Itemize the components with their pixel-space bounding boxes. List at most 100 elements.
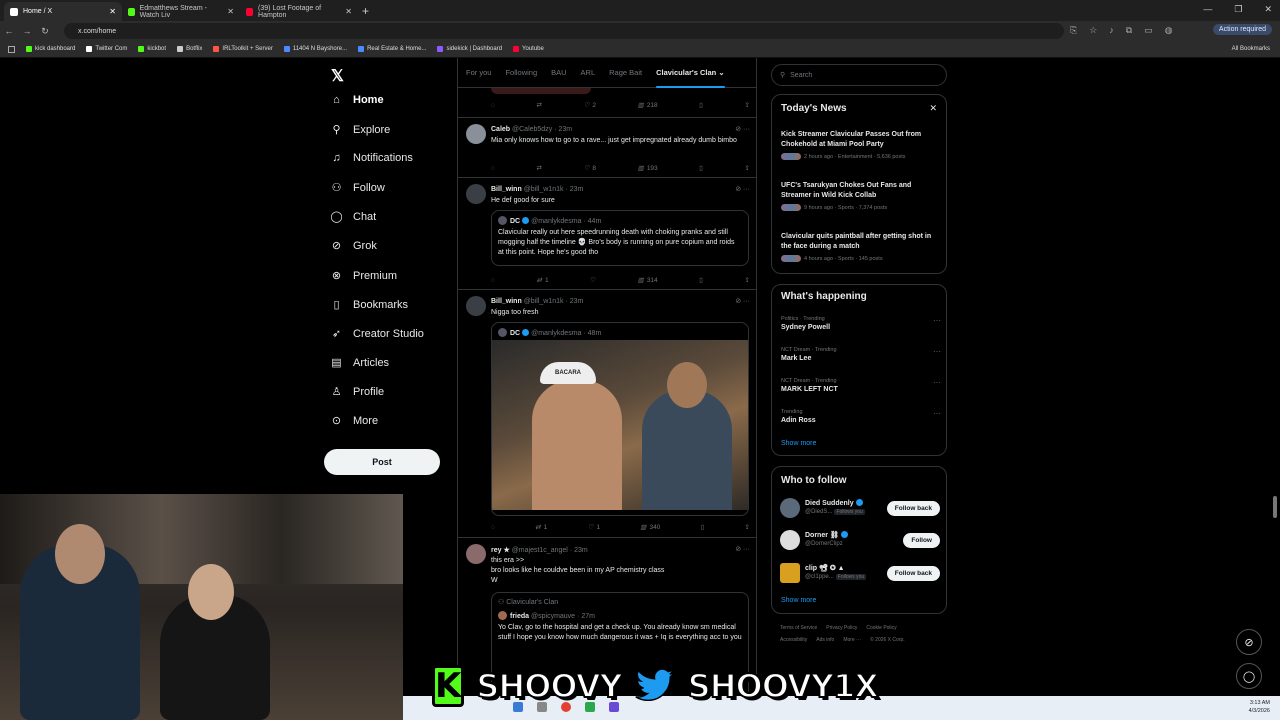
- avatar[interactable]: [466, 184, 486, 204]
- nav-item-bookmarks[interactable]: ▯ Bookmarks: [330, 298, 408, 312]
- follow-back-button[interactable]: Follow back: [886, 501, 940, 516]
- show-more-link[interactable]: Show more: [781, 597, 816, 604]
- bookmark-icon[interactable]: ▯: [699, 276, 703, 284]
- reply-icon[interactable]: ◌: [491, 276, 495, 284]
- like-button[interactable]: ♡ 8: [584, 164, 596, 173]
- follow-button[interactable]: Follow: [903, 533, 940, 548]
- quote-photo[interactable]: BACARA: [492, 340, 748, 510]
- trend-item[interactable]: Politics · Trending Sydney Powell ···: [781, 316, 941, 331]
- tweet[interactable]: Bill_winn @bill_w1n1k · 23m ⊘ ··· Nigga …: [458, 290, 756, 538]
- bookmark-icon[interactable]: ▯: [701, 523, 705, 531]
- close-window-icon[interactable]: ✕: [1264, 4, 1272, 15]
- extension-icon[interactable]: ♪: [1109, 25, 1114, 36]
- news-item[interactable]: Clavicular quits paintball after getting…: [781, 232, 941, 262]
- system-clock[interactable]: 3:13 AM 4/3/2026: [1249, 699, 1270, 715]
- heart-icon[interactable]: ♡: [590, 276, 596, 284]
- bookmark-item[interactable]: kick dashboard: [26, 46, 75, 52]
- more-icon[interactable]: ···: [933, 316, 941, 325]
- nav-item-explore[interactable]: ⚲ Explore: [330, 123, 390, 137]
- bookmark-item[interactable]: sidekick | Dashboard: [437, 46, 502, 52]
- url-field[interactable]: x.com/home: [64, 23, 1064, 39]
- close-tab-icon[interactable]: ✕: [227, 7, 234, 16]
- show-more-link[interactable]: Show more: [781, 440, 816, 447]
- tweet[interactable]: Bill_winn @bill_w1n1k · 23m ⊘ ··· He def…: [458, 178, 756, 290]
- nav-item-notifications[interactable]: ♫ Notifications: [330, 152, 413, 164]
- tab-following[interactable]: Following: [505, 58, 537, 88]
- scrollbar[interactable]: [1272, 60, 1278, 720]
- bookmark-item[interactable]: Twitter Com: [86, 46, 127, 52]
- puzzle-icon[interactable]: ⧉: [1126, 25, 1132, 36]
- apps-icon[interactable]: [8, 46, 15, 53]
- reply-icon[interactable]: ◌: [491, 164, 495, 172]
- x-logo-icon[interactable]: 𝕏: [331, 66, 344, 86]
- tab-kick-stream[interactable]: Edmatthews Stream - Watch Liv ✕: [122, 2, 240, 21]
- like-button[interactable]: ♡ 1: [588, 523, 600, 532]
- back-icon[interactable]: ←: [0, 26, 18, 36]
- news-item[interactable]: Kick Streamer Clavicular Passes Out from…: [781, 130, 941, 160]
- search-input[interactable]: ⚲ Search: [771, 64, 947, 86]
- post-button[interactable]: Post: [324, 449, 440, 475]
- bookmark-icon[interactable]: ▯: [699, 164, 703, 172]
- follow-back-button[interactable]: Follow back: [886, 566, 940, 581]
- nav-item-profile[interactable]: ♙ Profile: [330, 385, 385, 399]
- avatar[interactable]: [466, 124, 486, 144]
- reply-icon[interactable]: ◌: [491, 101, 495, 109]
- close-icon[interactable]: ✕: [929, 103, 937, 114]
- tab-home-x[interactable]: Home / X ✕: [4, 2, 122, 21]
- install-icon[interactable]: ⎘: [1070, 25, 1077, 36]
- bookmark-item[interactable]: Botflix: [177, 46, 202, 52]
- avatar[interactable]: [780, 530, 800, 550]
- share-icon[interactable]: ⇪: [745, 101, 750, 109]
- repost-icon[interactable]: ⇄: [537, 101, 542, 109]
- quoted-tweet[interactable]: DC @manlykdesma · 48m BACARA: [491, 322, 749, 516]
- share-icon[interactable]: ⇪: [745, 164, 750, 172]
- repost-button[interactable]: ⇄ 1: [537, 276, 549, 285]
- trend-item[interactable]: Trending Adin Ross ···: [781, 409, 941, 424]
- sidepanel-icon[interactable]: ▭: [1144, 25, 1153, 36]
- like-button[interactable]: ♡ 2: [584, 101, 596, 110]
- views-button[interactable]: ▥ 218: [638, 101, 658, 110]
- repost-button[interactable]: ⇄ 1: [535, 523, 547, 532]
- follow-suggestion[interactable]: clip 📽 ✪ ▲ @cl1ppe... Follows you Follow …: [780, 563, 940, 585]
- nav-item-chat[interactable]: ◯ Chat: [330, 210, 376, 224]
- tab-arl[interactable]: ARL: [581, 58, 596, 88]
- close-tab-icon[interactable]: ✕: [109, 7, 116, 16]
- trend-item[interactable]: NCT Dream · Trending Mark Lee ···: [781, 347, 941, 362]
- tab-bau[interactable]: BAU: [551, 58, 566, 88]
- close-tab-icon[interactable]: ✕: [345, 7, 352, 16]
- messages-fab-icon[interactable]: ◯: [1236, 663, 1262, 689]
- nav-item-grok[interactable]: ⊘ Grok: [330, 239, 377, 253]
- news-item[interactable]: UFC's Tsarukyan Chokes Out Fans and Stre…: [781, 181, 941, 211]
- tweet[interactable]: Caleb @Caleb5dzy · 23m ⊘ ··· Mia only kn…: [458, 118, 756, 178]
- tab-rage-bait[interactable]: Rage Bait: [609, 58, 642, 88]
- repost-icon[interactable]: ⇄: [537, 164, 542, 172]
- grok-fab-icon[interactable]: ⊘: [1236, 629, 1262, 655]
- views-button[interactable]: ▥ 340: [640, 523, 660, 532]
- footer-link[interactable]: Ads info: [816, 637, 834, 643]
- bookmark-item[interactable]: Youtube: [513, 46, 544, 52]
- footer-link[interactable]: Terms of Service: [780, 625, 817, 631]
- more-icon[interactable]: ⊘ ···: [735, 125, 750, 133]
- profile-icon[interactable]: ◍: [1165, 25, 1173, 36]
- follow-suggestion[interactable]: Dorner ⛓ @DornerClipz Follow: [780, 530, 940, 552]
- more-icon[interactable]: ⊘ ···: [735, 185, 750, 193]
- more-icon[interactable]: ···: [933, 347, 941, 356]
- minimize-icon[interactable]: —: [1203, 4, 1212, 15]
- footer-link[interactable]: More ···: [843, 637, 861, 643]
- tab-youtube[interactable]: (39) Lost Footage of Hampton ✕: [240, 2, 358, 21]
- bookmark-item[interactable]: IRLToolkit + Server: [213, 46, 273, 52]
- all-bookmarks[interactable]: All Bookmarks: [1232, 46, 1270, 52]
- follow-suggestion[interactable]: Died Suddenly @DiedS... Follows you Follo…: [780, 498, 940, 520]
- share-icon[interactable]: ⇪: [744, 523, 749, 531]
- nav-item-home[interactable]: ⌂ Home: [330, 94, 383, 106]
- maximize-icon[interactable]: ❐: [1234, 4, 1242, 15]
- reload-icon[interactable]: ↻: [36, 26, 54, 37]
- bookmark-item[interactable]: Real Estate & Home...: [358, 46, 426, 52]
- footer-link[interactable]: Cookie Policy: [866, 625, 896, 631]
- more-icon[interactable]: ···: [933, 409, 941, 418]
- forward-icon[interactable]: →: [18, 26, 36, 36]
- footer-link[interactable]: Privacy Policy: [826, 625, 857, 631]
- bookmark-item[interactable]: kickbot: [138, 46, 166, 52]
- avatar[interactable]: [780, 498, 800, 518]
- bookmark-icon[interactable]: ▯: [699, 101, 703, 109]
